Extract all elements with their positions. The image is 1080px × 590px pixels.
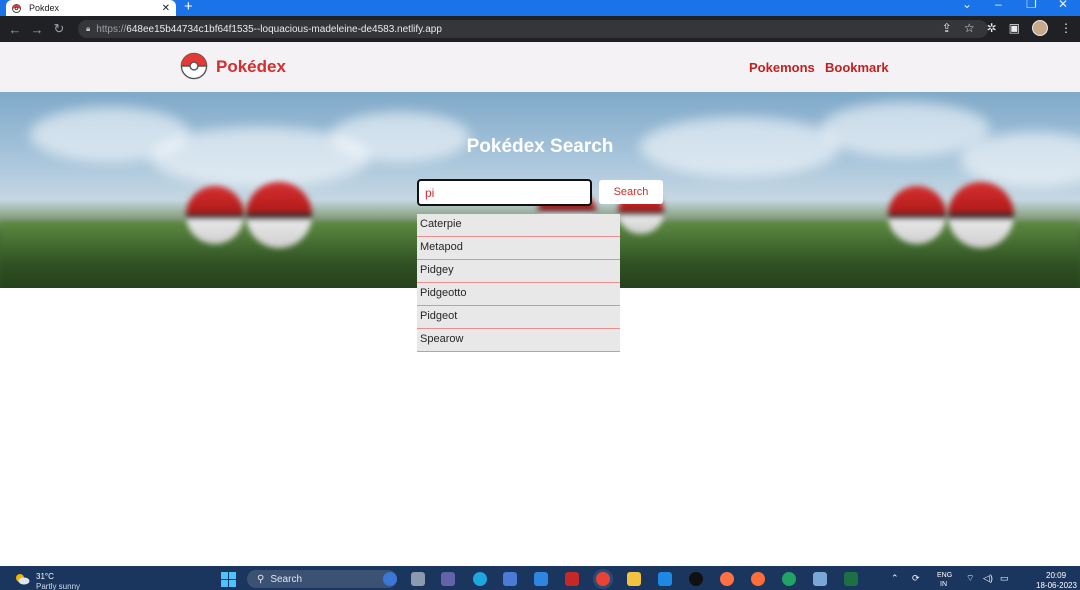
volume-icon[interactable]: ◁) (983, 573, 993, 584)
weather-temperature: 31°C (36, 572, 54, 581)
bookmark-star-icon[interactable]: ☆ (964, 21, 975, 35)
profile-avatar[interactable] (1032, 20, 1048, 36)
browser-tab-bar: Pokdex ✕ + ⌄ – ❐ ✕ (0, 0, 1080, 16)
language-indicator[interactable]: ENG (937, 572, 952, 579)
store-icon[interactable] (503, 572, 517, 586)
forward-arrow-icon[interactable]: → (26, 22, 48, 37)
taskbar-search-label: Search (270, 573, 303, 585)
search-button[interactable]: Search (599, 180, 663, 204)
suggestions-dropdown: Caterpie Metapod Pidgey Pidgeotto Pidgeo… (417, 214, 620, 352)
toolbar-actions: ⇪ ☆ ✲ ▣ ⋮ (942, 20, 1072, 36)
postman-icon[interactable] (751, 572, 765, 586)
hero-title: Pokédex Search (466, 136, 614, 157)
photos-icon[interactable] (813, 572, 827, 586)
battery-icon[interactable]: ▭ (1000, 573, 1009, 584)
lock-icon: 🔒︎ (86, 24, 91, 33)
show-hidden-icons-chevron-icon[interactable]: ⌃ (891, 573, 899, 584)
side-panel-icon[interactable]: ▣ (1009, 21, 1020, 35)
new-tab-button[interactable]: + (184, 0, 193, 15)
tab-title: Pokdex (29, 3, 60, 13)
window-close-icon[interactable]: ✕ (1058, 0, 1068, 11)
taskbar-search-box[interactable]: ⚲ Search (247, 570, 397, 588)
suggestion-item[interactable]: Metapod (417, 237, 620, 260)
pokeball-decoration (246, 182, 312, 248)
windows-start-icon[interactable] (221, 572, 236, 587)
mail-icon[interactable] (534, 572, 548, 586)
browser-tab[interactable]: Pokdex ✕ (6, 0, 176, 16)
suggestion-item[interactable]: Pidgeotto (417, 283, 620, 306)
suggestion-item[interactable]: Pidgey (417, 260, 620, 283)
tab-close-icon[interactable]: ✕ (162, 3, 170, 14)
extensions-puzzle-icon[interactable]: ✲ (987, 21, 997, 35)
edge-icon[interactable] (473, 572, 487, 586)
pokeball-decoration (186, 186, 244, 244)
excel-icon[interactable] (844, 572, 858, 586)
search-icon: ⚲ (257, 573, 265, 585)
teams-chat-icon[interactable] (441, 572, 455, 586)
pokeball-decoration (888, 186, 946, 244)
mongodb-icon[interactable] (782, 572, 796, 586)
nav-bookmark-link[interactable]: Bookmark (825, 60, 889, 75)
back-arrow-icon[interactable]: ← (4, 22, 26, 37)
brand-name[interactable]: Pokédex (216, 57, 286, 77)
share-icon[interactable]: ⇪ (942, 21, 952, 35)
github-icon[interactable] (689, 572, 703, 586)
nav-pokemons-link[interactable]: Pokemons (749, 60, 815, 75)
chrome-icon[interactable] (596, 572, 610, 586)
vscode-icon[interactable] (658, 572, 672, 586)
language-region: IN (940, 581, 947, 588)
url-host: 648ee15b44734c1bf64f1535--loquacious-mad… (126, 23, 442, 35)
url-scheme: https:// (96, 23, 127, 35)
gift-app-icon[interactable] (565, 572, 579, 586)
pokeball-logo-icon[interactable] (180, 52, 208, 80)
bing-icon[interactable] (383, 572, 397, 586)
sync-icon[interactable]: ⟳ (912, 573, 920, 584)
pokeball-decoration (948, 182, 1014, 248)
pokemon-search-input[interactable] (417, 179, 592, 206)
suggestion-item[interactable]: Spearow (417, 329, 620, 352)
suggestion-item[interactable]: Pidgeot (417, 306, 620, 329)
firefox-icon[interactable] (720, 572, 734, 586)
file-explorer-icon[interactable] (627, 572, 641, 586)
reload-icon[interactable]: ↻ (48, 21, 70, 37)
site-header: Pokédex Pokemons Bookmark (0, 42, 1080, 92)
tab-search-chevron-icon[interactable]: ⌄ (962, 0, 972, 11)
wifi-icon[interactable]: ⌔ (966, 573, 974, 584)
weather-description: Partly sunny (36, 582, 81, 590)
partly-sunny-icon[interactable] (14, 572, 30, 585)
browser-toolbar: ← → ↻ 🔒︎ https:// 648ee15b44734c1bf64f15… (0, 16, 1080, 42)
address-bar[interactable]: 🔒︎ https:// 648ee15b44734c1bf64f1535--lo… (78, 20, 988, 38)
taskbar-date[interactable]: 18-06-2023 (1036, 581, 1077, 590)
windows-taskbar: 31°C Partly sunny ⚲ Search ⌃ ⟳ ENG IN ⌔ … (0, 566, 1080, 590)
pokeball-favicon-icon (12, 3, 21, 13)
taskbar-time[interactable]: 20:09 (1046, 571, 1066, 580)
menu-kebab-icon[interactable]: ⋮ (1060, 21, 1072, 35)
task-view-icon[interactable] (411, 572, 425, 586)
minimize-icon[interactable]: – (995, 0, 1002, 11)
restore-icon[interactable]: ❐ (1026, 0, 1037, 11)
suggestion-item[interactable]: Caterpie (417, 214, 620, 237)
